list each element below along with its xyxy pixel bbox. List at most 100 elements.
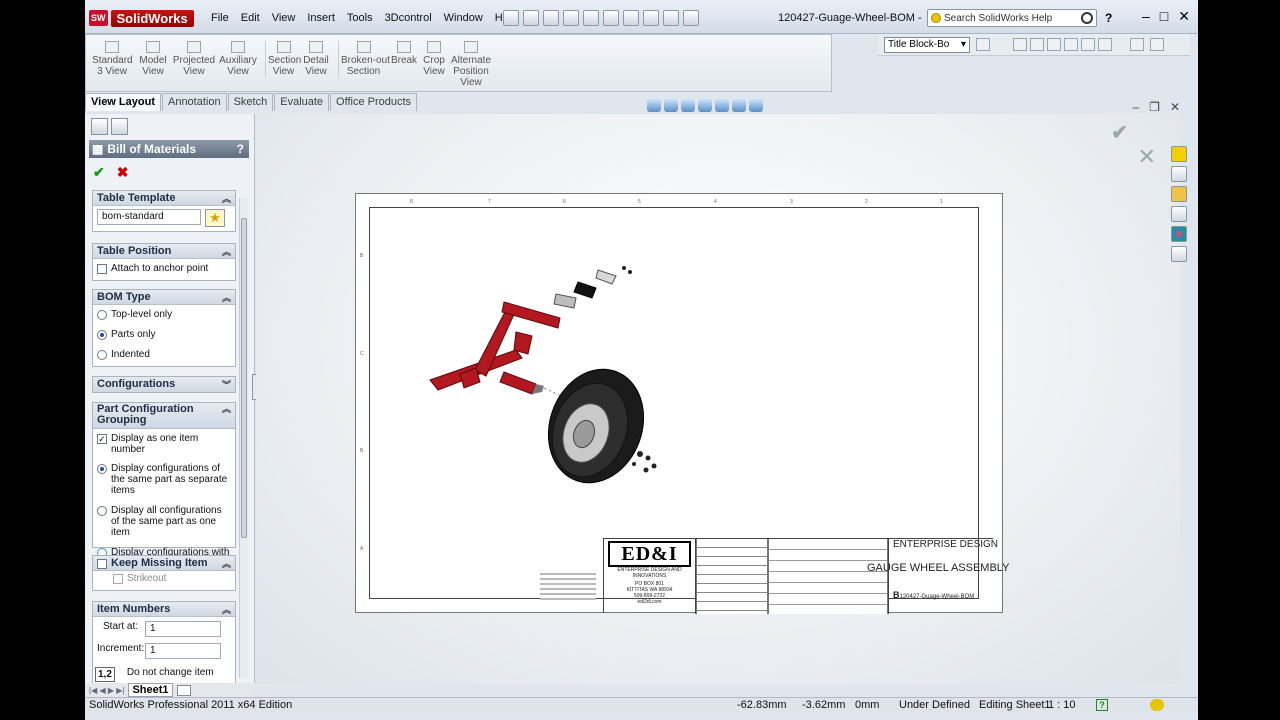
grid-icon[interactable] — [1081, 38, 1095, 51]
previous-view-icon[interactable] — [681, 98, 695, 112]
separate-items-radio[interactable] — [97, 464, 107, 474]
standard-3-view-button[interactable]: Standard 3 View — [92, 41, 133, 77]
sheet-nav-arrows[interactable]: |◀ ◀ ▶ ▶| — [89, 686, 124, 695]
help-button[interactable]: ? — [1105, 11, 1112, 25]
all-one-item-radio[interactable] — [97, 506, 107, 516]
crop-view-button[interactable]: Crop View — [422, 41, 446, 77]
alternate-position-view-button[interactable]: Alternate Position View — [450, 41, 492, 88]
hide-show-icon[interactable] — [732, 98, 746, 112]
tab-sketch[interactable]: Sketch — [227, 93, 274, 111]
open-icon[interactable] — [543, 10, 559, 26]
display-one-item-checkbox[interactable]: ✓ — [97, 434, 107, 444]
file-properties-icon[interactable] — [663, 10, 679, 26]
group-header[interactable]: BOM Type ︽ — [93, 290, 235, 305]
table-icon[interactable] — [976, 38, 990, 51]
ok-icon[interactable]: ✔ — [93, 164, 105, 181]
menu-insert[interactable]: Insert — [301, 12, 341, 24]
close-icon[interactable]: ✕ — [1178, 8, 1190, 25]
strikeout-checkbox[interactable] — [113, 574, 123, 584]
new-document-icon[interactable] — [523, 10, 539, 26]
undo-icon[interactable] — [603, 10, 619, 26]
app-logo[interactable]: SW SolidWorks — [89, 8, 194, 28]
menu-file[interactable]: File — [205, 12, 235, 24]
doc-minimize-icon[interactable]: – — [1132, 100, 1139, 114]
layer-icon[interactable] — [1030, 38, 1044, 51]
hole-table-icon[interactable] — [1098, 38, 1112, 51]
group-header[interactable]: Table Position ︽ — [93, 244, 235, 259]
menu-3dcontrol[interactable]: 3Dcontrol — [379, 12, 438, 24]
appearances-icon[interactable] — [1171, 226, 1187, 242]
file-explorer-icon[interactable] — [1171, 186, 1187, 202]
item-numbers-badge[interactable]: 1,2 — [95, 667, 115, 682]
parts-only-radio[interactable] — [97, 330, 107, 340]
view-palette-icon[interactable] — [1171, 206, 1187, 222]
projected-view-button[interactable]: Projected View — [172, 41, 216, 77]
doc-close-icon[interactable]: ✕ — [1170, 100, 1180, 114]
title-block-select[interactable]: Title Block-Bo ▾ — [884, 37, 970, 53]
menu-view[interactable]: View — [266, 12, 302, 24]
top-level-radio[interactable] — [97, 310, 107, 320]
drawing-sheet[interactable]: 8 7 6 5 4 3 2 1 B C B A ED&I ENTERPRISE … — [355, 193, 1009, 614]
tab-office-products[interactable]: Office Products — [330, 93, 418, 111]
display-style-icon[interactable] — [715, 98, 729, 112]
tab-evaluate[interactable]: Evaluate — [274, 93, 330, 111]
start-at-field[interactable]: 1 — [145, 621, 221, 637]
feature-manager-icon[interactable] — [91, 118, 108, 135]
home-icon[interactable] — [1171, 146, 1187, 162]
attach-anchor-checkbox[interactable] — [97, 264, 107, 274]
custom-properties-icon[interactable] — [1171, 246, 1187, 262]
group-header[interactable]: Configurations ︾ — [93, 377, 235, 392]
sheet1-tab[interactable]: Sheet1 — [128, 683, 173, 697]
break-button[interactable]: Break — [390, 41, 418, 66]
format-painter-icon[interactable] — [1130, 38, 1144, 51]
auxiliary-view-button[interactable]: Auxiliary View — [219, 41, 257, 77]
view-settings-icon[interactable] — [749, 98, 763, 112]
exploded-assembly-view[interactable] — [420, 258, 680, 498]
open-template-icon[interactable]: ★ — [205, 209, 225, 227]
doc-restore-icon[interactable]: ❐ — [1149, 100, 1160, 114]
rebuild-icon[interactable] — [643, 10, 659, 26]
table-template-field[interactable]: bom-standard — [97, 209, 201, 225]
fit-icon[interactable] — [1150, 38, 1164, 51]
confirm-ok-icon[interactable]: ✔ — [1111, 120, 1128, 145]
help-status-icon[interactable]: ? — [1096, 699, 1108, 711]
minimize-icon[interactable]: – — [1142, 8, 1150, 25]
zoom-to-area-icon[interactable] — [664, 98, 678, 112]
model-view-button[interactable]: Model View — [136, 41, 170, 77]
detail-view-button[interactable]: Detail View — [302, 41, 330, 77]
group-header[interactable]: Keep Missing Item ︽ — [93, 556, 235, 571]
save-icon[interactable] — [563, 10, 579, 26]
confirm-cancel-icon[interactable]: ✕ — [1138, 144, 1156, 170]
print-icon[interactable] — [583, 10, 599, 26]
cancel-icon[interactable]: ✖ — [117, 164, 129, 181]
keep-missing-checkbox[interactable] — [97, 558, 107, 569]
pin-icon[interactable] — [503, 10, 519, 26]
increment-field[interactable]: 1 — [145, 643, 221, 659]
align-icon[interactable] — [1013, 38, 1027, 51]
group-header[interactable]: Part Configuration Grouping ︽ — [93, 403, 235, 429]
menu-edit[interactable]: Edit — [235, 12, 266, 24]
indented-radio[interactable] — [97, 350, 107, 360]
rebuild-status-icon[interactable] — [1150, 699, 1164, 711]
title-block[interactable]: ED&I ENTERPRISE DESIGN AND INNOVATIONS P… — [603, 538, 1009, 614]
property-manager-icon[interactable] — [111, 118, 128, 135]
zoom-to-fit-icon[interactable] — [647, 98, 661, 112]
pm-scrollbar[interactable] — [239, 198, 248, 678]
group-header[interactable]: Table Template ︽ — [93, 191, 235, 206]
design-library-icon[interactable] — [1171, 166, 1187, 182]
balloon-icon[interactable] — [1064, 38, 1078, 51]
options-icon[interactable] — [683, 10, 699, 26]
add-sheet-icon[interactable] — [176, 684, 191, 696]
select-icon[interactable] — [623, 10, 639, 26]
note-icon[interactable] — [1047, 38, 1061, 51]
graphics-area[interactable]: 8 7 6 5 4 3 2 1 B C B A ED&I ENTERPRISE … — [256, 114, 1180, 684]
group-header[interactable]: Item Numbers ︽ — [93, 602, 235, 617]
broken-out-section-button[interactable]: Broken-out Section — [338, 41, 390, 77]
menu-tools[interactable]: Tools — [341, 12, 379, 24]
search-help-box[interactable]: Search SolidWorks Help — [927, 9, 1097, 27]
tab-view-layout[interactable]: View Layout — [85, 93, 161, 111]
menu-window[interactable]: Window — [438, 12, 489, 24]
maximize-icon[interactable]: □ — [1160, 8, 1168, 25]
search-icon[interactable] — [1081, 12, 1093, 24]
rotate-icon[interactable] — [698, 98, 712, 112]
